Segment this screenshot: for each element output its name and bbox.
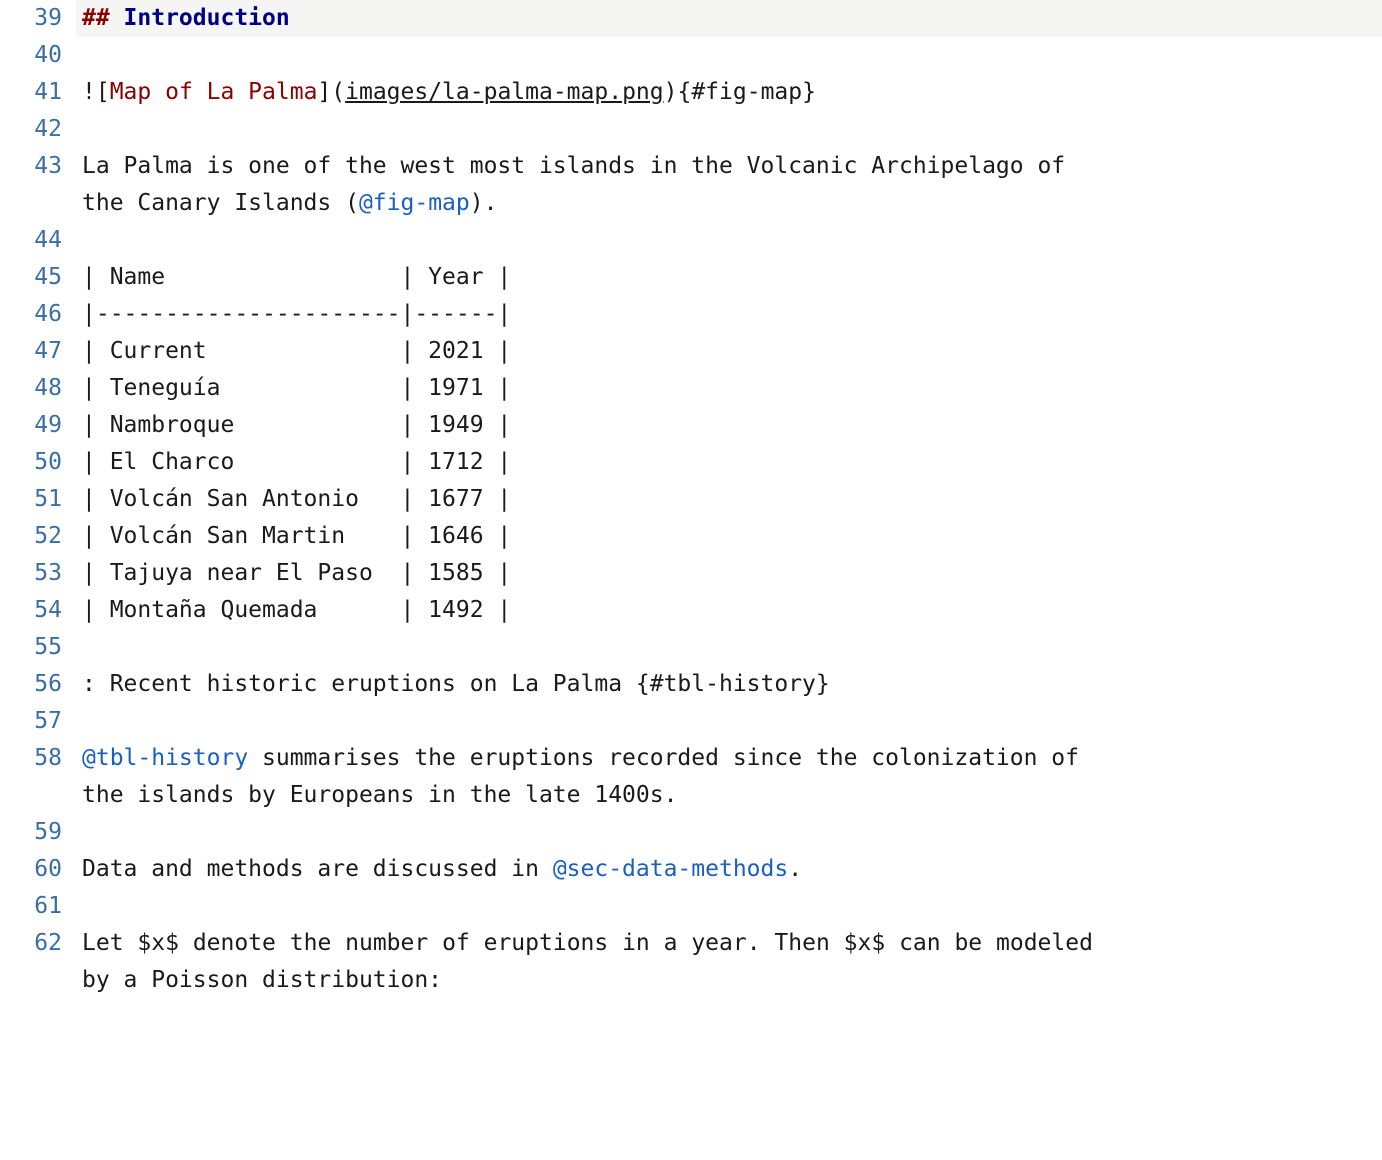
code-line[interactable]: by a Poisson distribution: [76, 962, 1382, 999]
image-attr: {#fig-map} [677, 79, 815, 105]
line-number [0, 185, 62, 222]
code-line[interactable]: the Canary Islands (@fig-map). [76, 185, 1382, 222]
raw-text: | Teneguía | 1971 | [82, 375, 511, 401]
para-text: the islands by Europeans in the late 140… [82, 782, 677, 808]
code-line[interactable]: | Current | 2021 | [76, 333, 1382, 370]
line-number: 58 [0, 740, 62, 777]
code-line[interactable]: the islands by Europeans in the late 140… [76, 777, 1382, 814]
heading-marker: ## [82, 5, 124, 31]
code-line[interactable]: | Name | Year | [76, 259, 1382, 296]
code-line[interactable] [76, 37, 1382, 74]
math-delim: $ [137, 930, 151, 956]
code-line[interactable]: | Volcán San Martin | 1646 | [76, 518, 1382, 555]
line-number: 61 [0, 888, 62, 925]
code-line[interactable]: | Nambroque | 1949 | [76, 407, 1382, 444]
line-number: 56 [0, 666, 62, 703]
line-number: 59 [0, 814, 62, 851]
code-line[interactable]: | Teneguía | 1971 | [76, 370, 1382, 407]
code-line[interactable] [76, 888, 1382, 925]
line-number: 48 [0, 370, 62, 407]
line-number: 41 [0, 74, 62, 111]
image-href: images/la-palma-map.png [345, 79, 664, 105]
line-number: 40 [0, 37, 62, 74]
raw-text: | Volcán San Antonio | 1677 | [82, 486, 511, 512]
raw-text: | Name | Year | [82, 264, 511, 290]
line-number: 60 [0, 851, 62, 888]
code-line[interactable]: ![Map of La Palma](images/la-palma-map.p… [76, 74, 1382, 111]
crossref: @tbl-history [82, 745, 248, 771]
line-number: 50 [0, 444, 62, 481]
line-number-gutter: 3940414243 444546474849505152535455565758… [0, 0, 76, 999]
para-text: summarises the eruptions recorded since … [248, 745, 1079, 771]
math-delim: $ [844, 930, 858, 956]
line-number: 54 [0, 592, 62, 629]
para-text: by a Poisson distribution: [82, 967, 442, 993]
para-text: Let [82, 930, 137, 956]
image-alt: Map of La Palma [110, 79, 318, 105]
image-bracket: ) [664, 79, 678, 105]
crossref: @fig-map [359, 190, 470, 216]
math-var: x [151, 930, 165, 956]
math-delim: $ [165, 930, 179, 956]
code-line[interactable]: | El Charco | 1712 | [76, 444, 1382, 481]
image-bang: ![ [82, 79, 110, 105]
code-line[interactable]: : Recent historic eruptions on La Palma … [76, 666, 1382, 703]
code-line[interactable] [76, 814, 1382, 851]
code-line[interactable] [76, 222, 1382, 259]
raw-text: | Nambroque | 1949 | [82, 412, 511, 438]
line-number: 52 [0, 518, 62, 555]
code-line[interactable]: La Palma is one of the west most islands… [76, 148, 1382, 185]
para-text: can be modeled [885, 930, 1093, 956]
code-line[interactable]: |----------------------|------| [76, 296, 1382, 333]
code-line[interactable]: | Tajuya near El Paso | 1585 | [76, 555, 1382, 592]
raw-text: |----------------------|------| [82, 301, 511, 327]
math-var: x [858, 930, 872, 956]
line-number: 42 [0, 111, 62, 148]
para-text: ). [470, 190, 498, 216]
para-text: denote the number of eruptions in a year… [179, 930, 844, 956]
image-bracket: ]( [317, 79, 345, 105]
line-number [0, 962, 62, 999]
heading-text: Introduction [124, 5, 290, 31]
crossref: @sec-data-methods [553, 856, 788, 882]
code-line[interactable]: Data and methods are discussed in @sec-d… [76, 851, 1382, 888]
math-delim: $ [871, 930, 885, 956]
raw-text: : Recent historic eruptions on La Palma … [82, 671, 830, 697]
para-text: Data and methods are discussed in [82, 856, 553, 882]
code-area[interactable]: ## Introduction ![Map of La Palma](image… [76, 0, 1382, 999]
raw-text: | Volcán San Martin | 1646 | [82, 523, 511, 549]
line-number: 39 [0, 0, 62, 37]
code-editor[interactable]: 3940414243 444546474849505152535455565758… [0, 0, 1382, 999]
code-line[interactable] [76, 703, 1382, 740]
code-line[interactable] [76, 629, 1382, 666]
line-number: 43 [0, 148, 62, 185]
line-number: 55 [0, 629, 62, 666]
code-line[interactable]: | Volcán San Antonio | 1677 | [76, 481, 1382, 518]
code-line[interactable]: Let $x$ denote the number of eruptions i… [76, 925, 1382, 962]
line-number: 49 [0, 407, 62, 444]
line-number: 46 [0, 296, 62, 333]
line-number [0, 777, 62, 814]
code-line[interactable]: | Montaña Quemada | 1492 | [76, 592, 1382, 629]
line-number: 57 [0, 703, 62, 740]
code-line[interactable]: ## Introduction [76, 0, 1382, 37]
para-text: . [788, 856, 802, 882]
line-number: 62 [0, 925, 62, 962]
code-line[interactable]: @tbl-history summarises the eruptions re… [76, 740, 1382, 777]
line-number: 53 [0, 555, 62, 592]
raw-text: | El Charco | 1712 | [82, 449, 511, 475]
line-number: 51 [0, 481, 62, 518]
raw-text: | Tajuya near El Paso | 1585 | [82, 560, 511, 586]
raw-text: | Montaña Quemada | 1492 | [82, 597, 511, 623]
para-text: La Palma is one of the west most islands… [82, 153, 1065, 179]
line-number: 45 [0, 259, 62, 296]
raw-text: | Current | 2021 | [82, 338, 511, 364]
code-line[interactable] [76, 111, 1382, 148]
para-text: the Canary Islands ( [82, 190, 359, 216]
line-number: 47 [0, 333, 62, 370]
line-number: 44 [0, 222, 62, 259]
